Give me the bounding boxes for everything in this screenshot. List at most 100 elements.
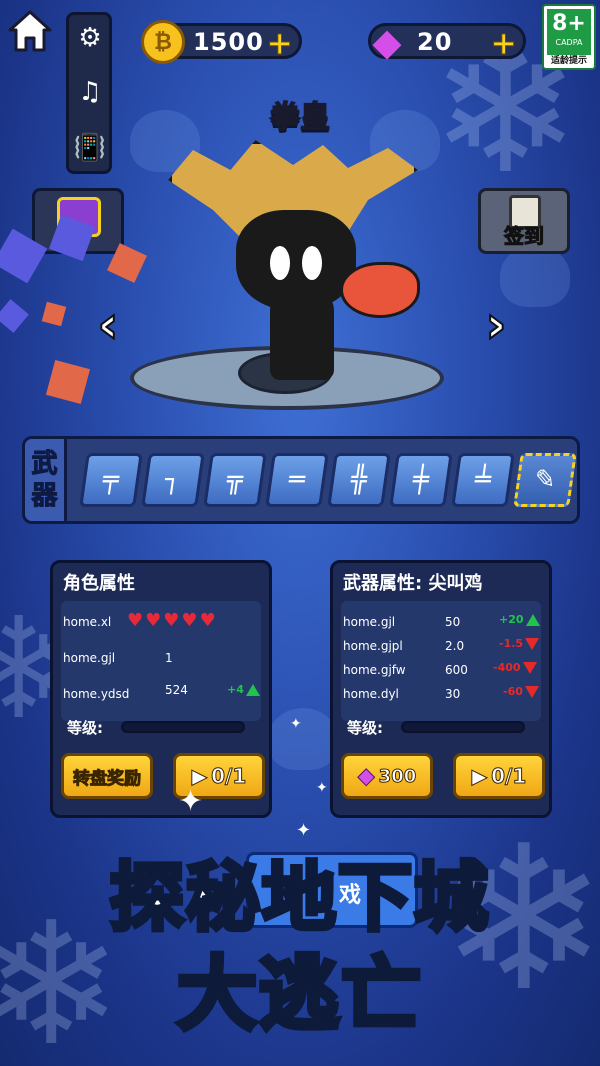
weapon-slot-rifle[interactable]: ╤ xyxy=(79,453,143,507)
promo-headline-line1: 探秘地下城 xyxy=(108,853,491,944)
weapon-slot-smg[interactable]: ╦ xyxy=(203,453,267,507)
gem-counter: ◆ 20 + xyxy=(368,20,526,64)
character-eye xyxy=(270,246,290,280)
weapon-bar: 武 器 ╤ ┐ ╦ ═ ╬ ╪ ╧ ✎ xyxy=(22,436,580,524)
weapon-slot-laser-gun[interactable]: ╪ xyxy=(389,453,453,507)
rifle-icon: ╤ xyxy=(101,465,121,495)
weapon-tab: 武 器 xyxy=(25,439,67,521)
level-bar xyxy=(121,721,245,733)
gold-counter: ₿ 1500 + xyxy=(141,20,302,64)
level-bar xyxy=(401,721,525,733)
attribute-value: 1 xyxy=(165,651,173,665)
gem-value: 20 xyxy=(417,28,453,56)
diamond-icon: ◆ xyxy=(372,20,402,64)
heart-icon: ♥ xyxy=(127,610,144,631)
sparkle-icon: ✦ xyxy=(290,716,302,732)
rooster-weapon xyxy=(340,262,420,318)
character-eye xyxy=(302,246,322,280)
weapon-tab-char: 器 xyxy=(31,481,58,512)
age-tip: 适龄提示 xyxy=(550,56,587,66)
video-icon: ▶ xyxy=(471,764,488,789)
prev-character-arrow[interactable]: ‹ xyxy=(88,297,128,353)
rating-org: CADPA xyxy=(555,38,583,47)
attribute-key: home.gjl xyxy=(343,615,396,629)
attribute-key: home.gjpl xyxy=(343,639,403,653)
attribute-value: 2.0 xyxy=(445,639,465,653)
role-attributes-panel: 角色属性 home.xl ♥ ♥ ♥ ♥ ♥ home.gjl 1 home.ydsd … xyxy=(50,560,272,818)
attribute-key: home.ydsd xyxy=(63,687,130,701)
attribute-delta: -400 xyxy=(493,661,537,674)
attribute-key: home.gjl xyxy=(63,651,116,665)
attribute-key: home.xl xyxy=(63,615,112,629)
up-arrow-icon xyxy=(525,614,540,626)
rooster-bat-icon: ✎ xyxy=(531,465,558,495)
sparkle-icon: ✦ xyxy=(316,780,328,796)
home-icon xyxy=(8,10,52,52)
promo-headline-line2: 大逃亡 xyxy=(175,946,424,1044)
add-gem-button[interactable]: + xyxy=(490,24,518,63)
watch-video-button[interactable]: ▶ 0/1 xyxy=(453,753,545,799)
particle-cube xyxy=(0,299,29,333)
pistol-icon: ┐ xyxy=(163,465,183,495)
heart-icon: ♥ xyxy=(181,610,198,631)
attribute-value: 30 xyxy=(445,687,461,701)
upgrade-gems-button[interactable]: ◆ 300 xyxy=(341,753,433,799)
vibration-off-icon: 📳 xyxy=(73,133,107,163)
attribute-value: 50 xyxy=(445,615,461,629)
weapon-slot-shotgun[interactable]: ═ xyxy=(265,453,329,507)
video-count: 0/1 xyxy=(491,764,527,789)
down-arrow-icon xyxy=(522,662,537,674)
gold-coin-icon: ₿ xyxy=(141,20,185,64)
attribute-delta: +4 xyxy=(227,683,260,696)
weapon-attributes-panel: 武器属性: 尖叫鸡 home.gjl 50 +20 home.gjpl 2.0 … xyxy=(330,560,552,818)
panel-title: 角色属性 xyxy=(63,573,135,594)
shotgun-icon: ═ xyxy=(287,465,307,495)
heart-icon: ♥ xyxy=(163,610,180,631)
gear-icon: ⚙ xyxy=(78,23,102,53)
attribute-key: home.dyl xyxy=(343,687,399,701)
attribute-key: home.gjfw xyxy=(343,663,406,677)
up-arrow-icon xyxy=(245,684,260,696)
character-name: 拳皇 xyxy=(269,99,331,136)
wheel-reward-button[interactable]: 转盘奖励 xyxy=(61,753,153,799)
attribute-delta: -1.5 xyxy=(499,637,540,650)
video-count: 0/1 xyxy=(211,764,247,789)
add-gold-button[interactable]: + xyxy=(266,24,294,63)
gem-cost: 300 xyxy=(378,765,417,787)
hp-hearts: ♥ ♥ ♥ ♥ ♥ xyxy=(127,611,218,630)
character-head xyxy=(236,210,356,310)
home-button[interactable] xyxy=(6,8,54,54)
sniper-rifle-icon: ╧ xyxy=(473,465,493,495)
sign-in-label: 签到 xyxy=(504,224,545,249)
heavy-gun-icon: ╬ xyxy=(349,465,369,495)
next-character-arrow[interactable]: › xyxy=(476,297,516,353)
weapon-slot-rooster-bat[interactable]: ✎ xyxy=(513,453,577,507)
attribute-delta: +20 xyxy=(499,613,540,626)
wheel-reward-label: 转盘奖励 xyxy=(73,768,142,789)
attribute-value: 600 xyxy=(445,663,468,677)
smg-icon: ╦ xyxy=(225,465,245,495)
skull-decoration xyxy=(268,708,338,770)
gold-value: 1500 xyxy=(193,28,264,56)
particle-cube xyxy=(45,359,91,405)
laser-gun-icon: ╪ xyxy=(411,465,431,495)
sign-in-button[interactable]: 签到 xyxy=(478,188,570,254)
settings-button[interactable]: ⚙ xyxy=(73,21,107,55)
vibration-toggle[interactable]: 📳 xyxy=(73,131,107,165)
weapon-tab-char: 武 xyxy=(31,449,58,480)
particle-cube xyxy=(41,301,67,327)
down-arrow-icon xyxy=(524,686,539,698)
down-arrow-icon xyxy=(525,638,540,650)
weapon-slot-heavy-gun[interactable]: ╬ xyxy=(327,453,391,507)
panel-title: 武器属性: 尖叫鸡 xyxy=(343,573,483,594)
level-label: 等级: xyxy=(347,719,383,737)
level-label: 等级: xyxy=(67,719,103,737)
age-rating-badge: 8+ CADPA 适龄提示 xyxy=(542,4,596,70)
age-rating: 8+ xyxy=(552,11,586,36)
sparkle-icon: ✦ xyxy=(178,784,204,819)
weapon-slot-sniper[interactable]: ╧ xyxy=(451,453,515,507)
attribute-delta: -60 xyxy=(503,685,539,698)
diamond-icon: ◆ xyxy=(357,763,375,789)
heart-icon: ♥ xyxy=(145,610,162,631)
weapon-slot-pistol[interactable]: ┐ xyxy=(141,453,205,507)
